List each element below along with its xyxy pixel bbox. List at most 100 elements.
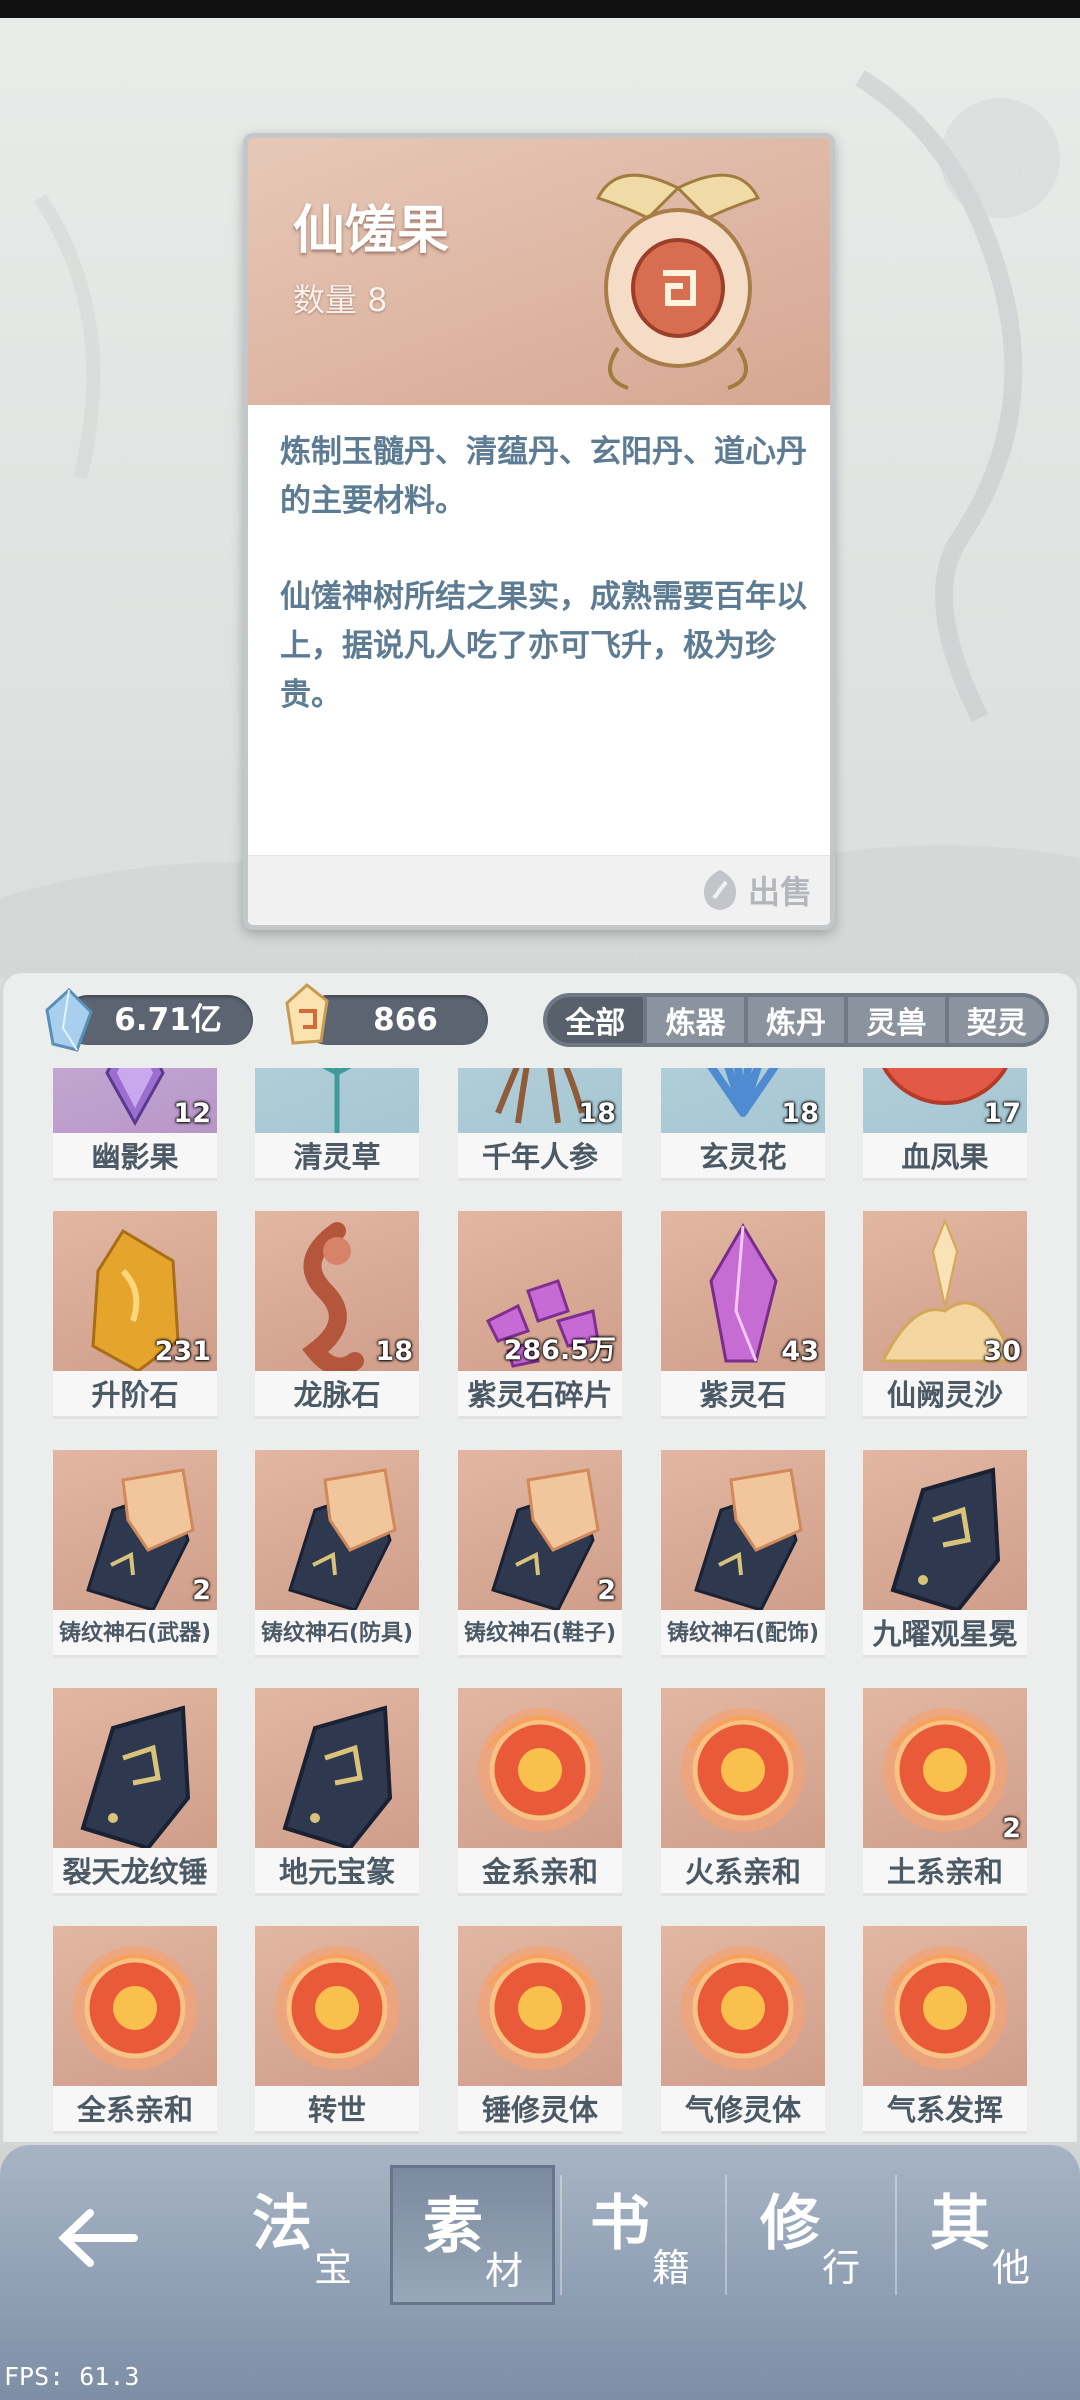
item-star-crown[interactable]: 九曜观星冕 [863, 1450, 1027, 1658]
item-thumbnail: 12 [53, 1068, 217, 1133]
item-name-label: 气修灵体 [661, 2086, 825, 2134]
fire-orb-icon [73, 1946, 197, 2070]
item-name-label: 铸纹神石(防具) [255, 1610, 419, 1658]
item-thumbnail [661, 1688, 825, 1848]
item-name-label: 紫灵石碎片 [458, 1371, 622, 1419]
item-name-label: 全系亲和 [53, 2086, 217, 2134]
item-thumbnail: 18 [458, 1068, 622, 1133]
item-purple-spirit-stone[interactable]: 43 紫灵石 [661, 1211, 825, 1419]
nav-tab-treasure[interactable]: 法 宝 [222, 2165, 387, 2305]
sell-icon [703, 870, 736, 910]
item-count-badge: 2 [1002, 1813, 1021, 1844]
fire-orb-icon [681, 1708, 805, 1832]
fps-counter: FPS: 61.3 [4, 2362, 140, 2391]
item-name-label: 九曜观星冕 [863, 1610, 1027, 1658]
item-thumbnail: 43 [661, 1211, 825, 1371]
gold-gem-icon [285, 983, 329, 1045]
item-metal-affinity[interactable]: 金系亲和 [458, 1688, 622, 1896]
item-thumbnail [458, 1926, 622, 2086]
item-thumbnail [53, 1688, 217, 1848]
nav-tab-other-sub: 他 [992, 2246, 1031, 2290]
status-bar [0, 0, 1080, 18]
item-thumbnail [255, 1450, 419, 1610]
item-hammer-body[interactable]: 锤修灵体 [458, 1926, 622, 2134]
nav-tab-books[interactable]: 书 籍 [560, 2165, 725, 2305]
item-ascension-stone[interactable]: 231 升阶石 [53, 1211, 217, 1419]
item-purple-stone-shard[interactable]: 286.5万紫灵石碎片 [458, 1211, 622, 1419]
item-thumbnail [255, 1068, 419, 1133]
dark-rune-icon [282, 1705, 393, 1848]
item-count-badge: 12 [173, 1098, 211, 1129]
nav-tab-materials-sub: 材 [485, 2249, 524, 2293]
item-thumbnail: 2 [458, 1450, 622, 1610]
item-name-label: 土系亲和 [863, 1848, 1027, 1896]
item-name-label: 转世 [255, 2086, 419, 2134]
item-thumbnail [661, 1450, 825, 1610]
nav-tab-treasure-sub: 宝 [314, 2246, 353, 2290]
item-detail-header: 仙馐果 数量 8 [248, 138, 830, 405]
item-count-badge: 17 [983, 1098, 1021, 1129]
item-count-badge: 30 [983, 1336, 1021, 1367]
back-arrow-icon[interactable] [52, 2193, 142, 2283]
fire-orb-icon [478, 1708, 602, 1832]
blue-crystal-icon [45, 988, 93, 1052]
item-qi-mastery[interactable]: 气系发挥 [863, 1926, 1027, 2134]
item-name-label: 玄灵花 [661, 1133, 825, 1181]
fruit-pouch-icon [595, 173, 761, 390]
item-immortal-sand[interactable]: 30 仙阙灵沙 [863, 1211, 1027, 1419]
item-earth-affinity[interactable]: 2 土系亲和 [863, 1688, 1027, 1896]
item-mystic-flower[interactable]: 18 玄灵花 [661, 1068, 825, 1181]
herb-icon [322, 1068, 352, 1133]
sell-button[interactable]: 出售 [700, 866, 812, 914]
item-count-badge: 18 [578, 1098, 616, 1129]
rune-stone-icon [288, 1468, 397, 1610]
item-earth-seal[interactable]: 地元宝篆 [255, 1688, 419, 1896]
filter-tab-refining[interactable]: 炼器 [647, 997, 744, 1043]
item-name-label: 铸纹神石(鞋子) [458, 1610, 622, 1658]
item-name-label: 升阶石 [53, 1371, 217, 1419]
fire-orb-icon [478, 1946, 602, 2070]
nav-divider [725, 2175, 727, 2295]
item-fire-affinity[interactable]: 火系亲和 [661, 1688, 825, 1896]
nav-tab-materials-main: 素 [423, 2192, 483, 2262]
nav-tab-other[interactable]: 其 他 [900, 2165, 1065, 2305]
filter-tab-all[interactable]: 全部 [547, 997, 644, 1043]
nav-tab-other-main: 其 [930, 2189, 990, 2259]
nav-tab-cultivation-sub: 行 [822, 2246, 861, 2290]
item-thumbnail: 231 [53, 1211, 217, 1371]
item-thumbnail [458, 1688, 622, 1848]
item-thumbnail [863, 1926, 1027, 2086]
item-thumbnail: 286.5万 [458, 1211, 622, 1371]
fire-orb-icon [883, 1946, 1007, 2070]
item-dragon-hammer[interactable]: 裂天龙纹锤 [53, 1688, 217, 1896]
item-rune-stone-weapon[interactable]: 2 铸纹神石(武器) [53, 1450, 217, 1658]
item-name-label: 血凤果 [863, 1133, 1027, 1181]
nav-tab-books-sub: 籍 [652, 2246, 691, 2290]
sell-label: 出售 [747, 873, 812, 911]
item-ginseng[interactable]: 18 千年人参 [458, 1068, 622, 1181]
item-grid: 12 幽影果 清灵草 18 千年人参 18 玄灵花 17 血凤果 231 升阶石 18 龙脉石 286.5… [3, 1068, 1077, 2142]
filter-tab-beast[interactable]: 灵兽 [848, 997, 945, 1043]
card-footer: 出售 [248, 855, 830, 925]
item-rune-stone-armor[interactable]: 铸纹神石(防具) [255, 1450, 419, 1658]
item-qi-body[interactable]: 气修灵体 [661, 1926, 825, 2134]
filter-tab-alchemy[interactable]: 炼丹 [747, 997, 845, 1043]
item-rune-stone-accessory[interactable]: 铸纹神石(配饰) [661, 1450, 825, 1658]
item-clear-herb[interactable]: 清灵草 [255, 1068, 419, 1181]
item-count-badge: 286.5万 [503, 1335, 616, 1366]
item-dragon-vein-stone[interactable]: 18 龙脉石 [255, 1211, 419, 1419]
item-all-affinity[interactable]: 全系亲和 [53, 1926, 217, 2134]
item-blood-phoenix-fruit[interactable]: 17 血凤果 [863, 1068, 1027, 1181]
nav-tab-materials[interactable]: 素 材 [390, 2165, 555, 2305]
item-shadow-fruit[interactable]: 12 幽影果 [53, 1068, 217, 1181]
description-usage: 炼制玉髓丹、清蕴丹、玄阳丹、道心丹的主要材料。 [280, 434, 807, 519]
item-rebirth[interactable]: 转世 [255, 1926, 419, 2134]
item-thumbnail [53, 1926, 217, 2086]
filter-tab-contract[interactable]: 契灵 [948, 997, 1046, 1043]
item-rune-stone-shoes[interactable]: 2 铸纹神石(鞋子) [458, 1450, 622, 1658]
nav-tab-books-main: 书 [590, 2189, 650, 2259]
description-lore: 仙馐神树所结之果实，成熟需要百年以上，据说凡人吃了亦可飞升，极为珍贵。 [280, 579, 807, 713]
nav-tab-cultivation[interactable]: 修 行 [730, 2165, 895, 2305]
item-thumbnail [863, 1450, 1027, 1610]
item-name-label: 紫灵石 [661, 1371, 825, 1419]
